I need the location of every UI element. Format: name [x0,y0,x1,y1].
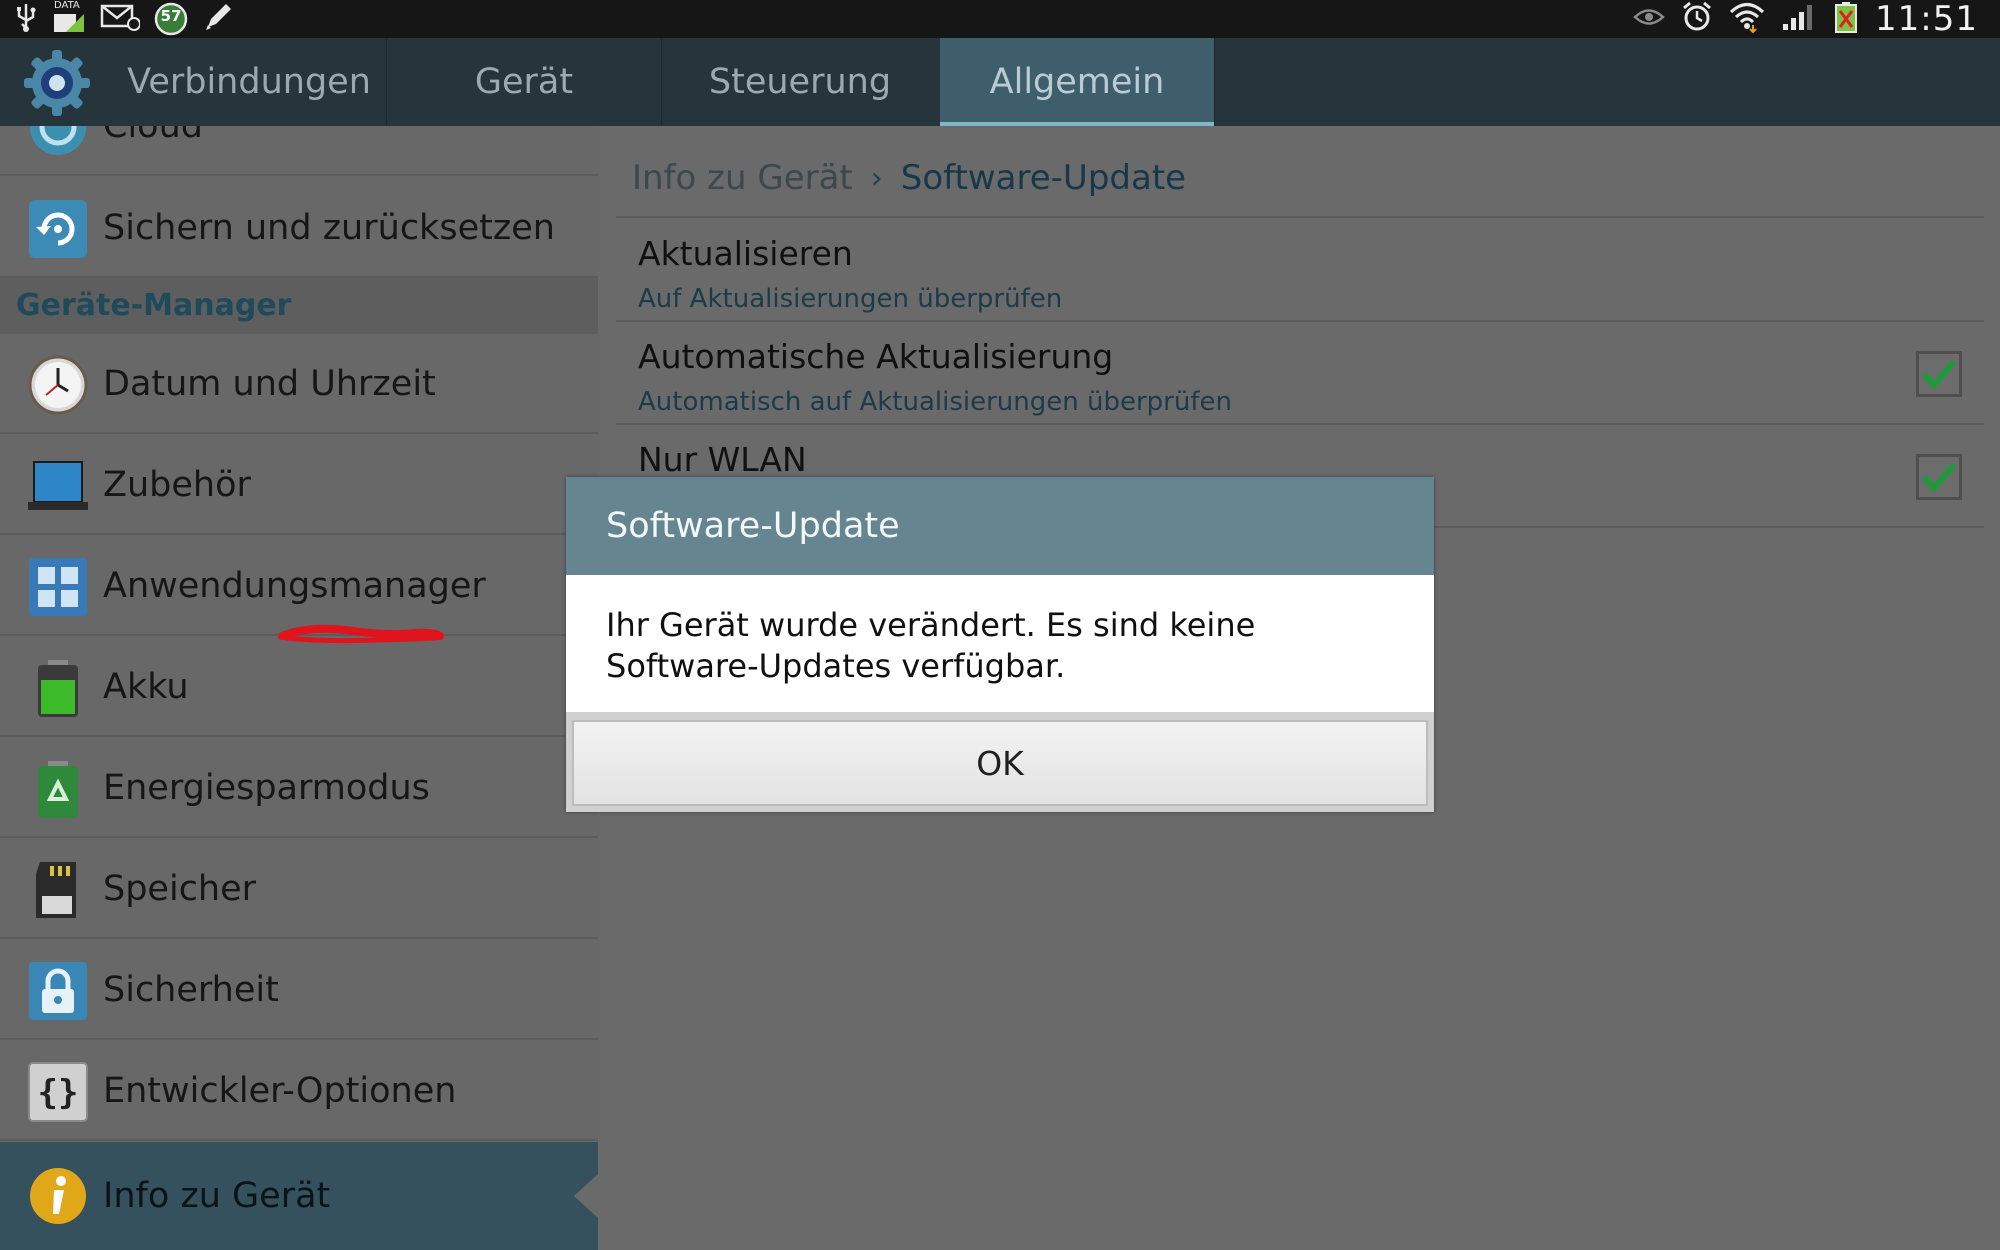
selection-pointer-icon [574,1174,598,1218]
sidebar-item-label: Akku [103,667,189,707]
usb-icon [14,2,38,36]
setting-auto-update[interactable]: Automatische Aktualisierung Automatisch … [616,323,1984,423]
tab-allgemein[interactable]: Allgemein [940,38,1214,126]
accessory-icon [28,456,88,516]
divider [616,216,1984,218]
sidebar-item-label: Sichern und zurücksetzen [103,208,555,248]
battery-icon [1833,1,1859,37]
eye-icon [1633,6,1665,32]
sidebar-item-battery[interactable]: Akku [0,637,598,737]
setting-subtitle: Auf Aktualisierungen überprüfen [638,284,1063,314]
sidebar-item-label: Speicher [103,869,257,909]
sidebar-item-label: Datum und Uhrzeit [103,364,436,404]
sidebar-item-power-saving[interactable]: Energiesparmodus [0,738,598,838]
setting-subtitle: Automatisch auf Aktualisierungen überprü… [638,387,1232,417]
setting-title: Automatische Aktualisierung [638,337,1114,376]
clock-icon [28,355,88,415]
settings-sidebar: Cloud Sichern und zurücksetzen Geräte-Ma… [0,126,598,1250]
signal-icon [1781,2,1817,36]
backup-icon [28,199,88,259]
power-saving-icon [28,759,88,819]
sidebar-item-accessory[interactable]: Zubehör [0,435,598,535]
sidebar-item-security[interactable]: Sicherheit [0,940,598,1040]
checkmark-icon [1921,360,1957,390]
dialog-body: Ihr Gerät wurde verändert. Es sind keine… [566,575,1434,712]
setting-title: Aktualisieren [638,234,853,273]
notification-counter-icon: 57 [154,2,188,36]
dialog-title: Software-Update [606,506,900,546]
sidebar-item-storage[interactable]: Speicher [0,839,598,939]
pen-icon [202,1,234,37]
settings-tab-bar: Verbindungen Gerät Steuerung Allgemein [0,38,2000,126]
software-update-dialog: Software-Update Ihr Gerät wurde veränder… [566,477,1434,812]
sidebar-item-label: Sicherheit [103,970,279,1010]
info-icon [28,1166,88,1226]
sidebar-item-date-time[interactable]: Datum und Uhrzeit [0,334,598,434]
checkmark-icon [1921,463,1957,493]
sidebar-item-developer-options[interactable]: {} Entwickler-Optionen [0,1041,598,1141]
svg-text:{}: {} [38,1073,79,1113]
dialog-message: Ihr Gerät wurde verändert. Es sind keine… [606,606,1256,685]
red-underline-scribble [278,624,444,644]
tab-verbindungen[interactable]: Verbindungen [112,38,386,126]
tab-divider [1214,38,1215,126]
status-bar: DATA 57 11:51 [0,0,2000,39]
clock-time: 11:51 [1875,0,1978,39]
setting-update[interactable]: Aktualisieren Auf Aktualisierungen überp… [616,220,1984,320]
chevron-right-icon: › [870,160,883,196]
divider [616,423,1984,425]
sidebar-item-label: Entwickler-Optionen [103,1071,457,1111]
sidebar-section-header: Geräte-Manager [0,278,598,334]
divider [616,320,1984,322]
breadcrumb: Info zu Gerät › Software-Update [632,158,1186,198]
sidebar-item-backup[interactable]: Sichern und zurücksetzen [0,178,598,278]
dialog-button-bar: OK [566,712,1434,812]
data-signal-icon: DATA [52,0,86,36]
braces-icon: {} [28,1062,88,1122]
sidebar-item-label: Info zu Gerät [103,1176,331,1216]
wifi-icon [1729,1,1765,37]
breadcrumb-parent[interactable]: Info zu Gerät [632,158,853,198]
sidebar-item-label: Zubehör [103,465,251,505]
wifi-only-checkbox[interactable] [1916,454,1962,500]
sidebar-item-label: Energiesparmodus [103,768,430,808]
section-header-label: Geräte-Manager [16,288,292,323]
setting-title: Nur WLAN [638,440,807,479]
app-grid-icon [28,557,88,617]
battery-icon [28,658,88,718]
sidebar-item-device-info[interactable]: Info zu Gerät [0,1142,598,1250]
sidebar-item-label: Cloud [103,126,203,146]
alarm-icon [1681,1,1713,37]
lock-icon [28,961,88,1021]
tab-geraet[interactable]: Gerät [387,38,661,126]
notification-count: 57 [160,7,182,25]
dialog-header: Software-Update [566,477,1434,575]
sd-card-icon [28,860,88,920]
tab-steuerung[interactable]: Steuerung [662,38,938,126]
ok-button[interactable]: OK [572,720,1428,806]
sidebar-item-cloud[interactable]: Cloud [0,126,598,176]
auto-update-checkbox[interactable] [1916,351,1962,397]
cloud-icon [28,126,88,157]
email-icon [100,2,141,36]
settings-gear-icon [22,48,92,118]
breadcrumb-current: Software-Update [900,158,1187,198]
